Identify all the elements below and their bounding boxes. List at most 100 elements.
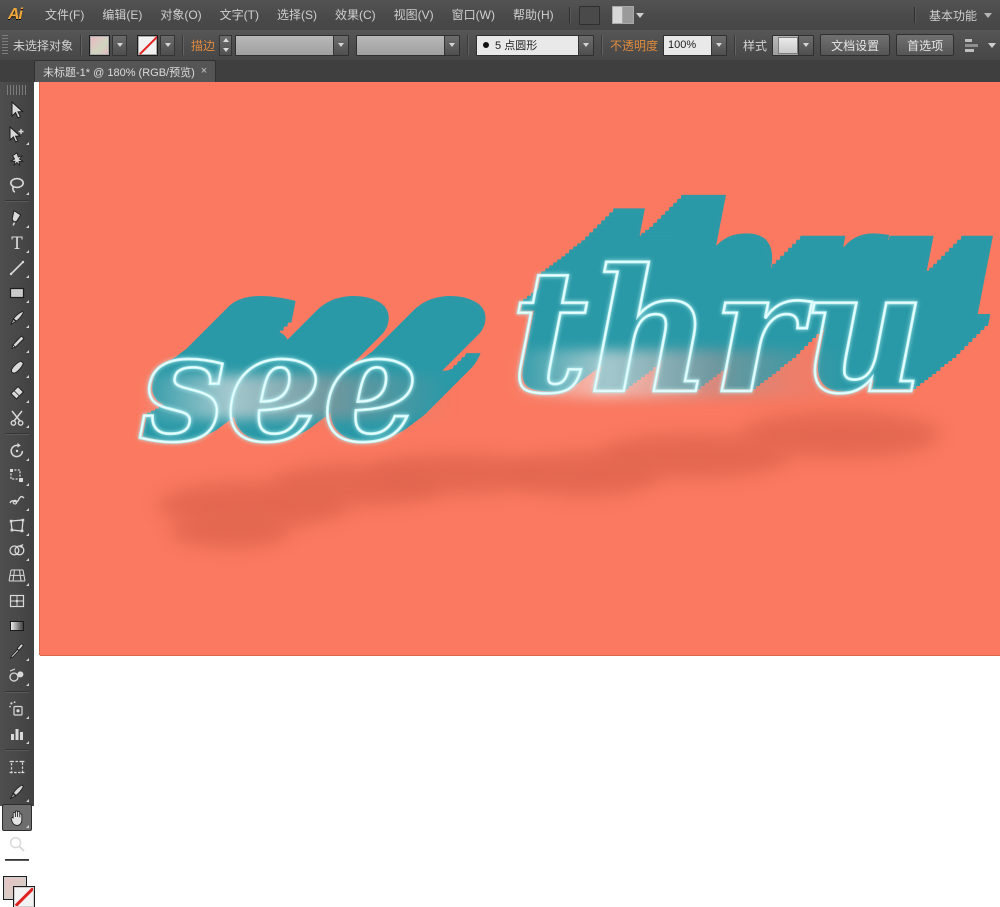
stroke-swatch[interactable] (137, 34, 159, 56)
canvas-area[interactable]: see see see see see see see see see see … (34, 82, 1000, 806)
hand-tool[interactable] (2, 804, 32, 831)
menu-file[interactable]: 文件(F) (36, 1, 93, 29)
magic-wand-tool[interactable] (3, 147, 31, 172)
stroke-weight-stepper[interactable] (219, 34, 233, 56)
type-tool[interactable]: T (3, 230, 31, 255)
toolbox-divider (5, 859, 29, 861)
fill-dropdown-button[interactable] (112, 34, 128, 56)
width-tool[interactable] (3, 488, 31, 513)
direct-selection-tool[interactable] (3, 122, 31, 147)
gradient-tool[interactable] (3, 613, 31, 638)
rotate-tool[interactable] (3, 438, 31, 463)
mesh-tool[interactable] (3, 588, 31, 613)
symbol-sprayer-tool[interactable] (3, 696, 31, 721)
fill-swatch[interactable] (89, 34, 111, 56)
fill-stroke-controls[interactable] (0, 867, 34, 907)
artwork-face-see: see (139, 296, 421, 478)
align-panel-icon[interactable] (964, 36, 985, 54)
document-tab-bar: 未标题-1* @ 180% (RGB/预览) × (0, 60, 1000, 83)
stepper-up-icon (222, 38, 229, 43)
artwork-face-inner-thru: thru (509, 231, 926, 433)
blend-tool[interactable] (3, 663, 31, 688)
menu-help[interactable]: 帮助(H) (504, 1, 563, 29)
preferences-button[interactable]: 首选项 (896, 34, 955, 56)
menu-select[interactable]: 选择(S) (268, 1, 326, 29)
tool-group-indicator (26, 325, 29, 328)
artboard-tool[interactable] (3, 754, 31, 779)
stroke-weight-combo[interactable] (235, 34, 350, 56)
free-transform-tool[interactable] (3, 513, 31, 538)
illustrator-window: Ai 文件(F) 编辑(E) 对象(O) 文字(T) 选择(S) 效果(C) 视… (0, 0, 1000, 907)
control-bar-grip[interactable] (2, 35, 8, 55)
style-swatch (778, 36, 799, 54)
opacity-dropdown[interactable] (711, 35, 727, 55)
menu-object[interactable]: 对象(O) (151, 1, 210, 29)
opacity-combo[interactable]: 100% (663, 34, 728, 56)
menu-items: 文件(F) 编辑(E) 对象(O) 文字(T) 选择(S) 效果(C) 视图(V… (36, 0, 563, 30)
tool-group-indicator (26, 192, 29, 195)
chevron-down-icon (164, 43, 171, 47)
scale-tool[interactable] (3, 463, 31, 488)
eyedropper-tool[interactable] (3, 638, 31, 663)
menu-view[interactable]: 视图(V) (385, 1, 443, 29)
tool-group-indicator (26, 350, 29, 353)
workspace-label: 基本功能 (928, 8, 977, 23)
document-tab[interactable]: 未标题-1* @ 180% (RGB/预览) × (34, 60, 217, 82)
opacity-label[interactable]: 不透明度 (610, 37, 658, 54)
workspace-switcher[interactable]: 基本功能 (908, 7, 1000, 24)
menu-window[interactable]: 窗口(W) (443, 1, 504, 29)
close-icon[interactable]: × (201, 66, 207, 77)
stroke-dropdown-button[interactable] (160, 34, 176, 56)
chevron-down-icon[interactable] (988, 42, 997, 48)
toolbox-grip[interactable] (7, 85, 27, 95)
stroke-profile-combo[interactable] (356, 34, 461, 56)
stroke-label[interactable]: 描边 (191, 37, 215, 54)
pen-tool[interactable] (3, 205, 31, 230)
arrange-documents-button[interactable] (611, 6, 644, 24)
pencil-tool[interactable] (3, 330, 31, 355)
style-dropdown[interactable] (798, 35, 814, 55)
paintbrush-tool[interactable] (3, 305, 31, 330)
tool-group-indicator (26, 508, 29, 511)
menu-effect[interactable]: 效果(C) (326, 1, 385, 29)
chevron-down-icon (716, 43, 723, 47)
tool-group-indicator (26, 250, 29, 253)
chevron-down-icon (803, 43, 810, 47)
chevron-down-icon (635, 12, 644, 18)
stroke-color-swatch[interactable] (14, 887, 34, 907)
graphic-style-combo[interactable] (772, 34, 815, 56)
artboard[interactable]: see see see see see see see see see see … (40, 82, 1000, 655)
stroke-profile-dropdown[interactable] (444, 35, 460, 55)
column-graph-tool[interactable] (3, 721, 31, 746)
stroke-control[interactable] (137, 34, 176, 56)
toolbox-divider (5, 200, 29, 202)
zoom-tool[interactable] (3, 831, 31, 856)
fill-control[interactable] (89, 34, 128, 56)
selection-tool[interactable] (3, 97, 31, 122)
tool-group-indicator (26, 458, 29, 461)
brush-definition-combo[interactable]: 5 点圆形 (476, 34, 595, 56)
tool-group-indicator (26, 375, 29, 378)
blob-brush-tool[interactable] (3, 355, 31, 380)
artwork-gloss (510, 350, 940, 398)
document-setup-button[interactable]: 文档设置 (820, 34, 891, 56)
bridge-icon[interactable] (578, 5, 600, 25)
artwork-shadow (170, 512, 290, 548)
brush-dropdown[interactable] (578, 35, 594, 55)
perspective-grid-tool[interactable] (3, 563, 31, 588)
divider (601, 35, 604, 55)
menu-edit[interactable]: 编辑(E) (93, 1, 151, 29)
line-segment-tool[interactable] (3, 255, 31, 280)
tool-group-indicator (26, 142, 29, 145)
shape-builder-tool[interactable] (3, 538, 31, 563)
artwork-gloss (140, 375, 540, 419)
stroke-weight-dropdown[interactable] (333, 35, 349, 55)
lasso-tool[interactable] (3, 172, 31, 197)
rectangle-tool[interactable] (3, 280, 31, 305)
slice-tool[interactable] (3, 779, 31, 804)
scissors-tool[interactable] (3, 405, 31, 430)
eraser-tool[interactable] (3, 380, 31, 405)
tool-group-indicator (26, 683, 29, 686)
toolbox-divider (5, 433, 29, 435)
menu-type[interactable]: 文字(T) (211, 1, 268, 29)
